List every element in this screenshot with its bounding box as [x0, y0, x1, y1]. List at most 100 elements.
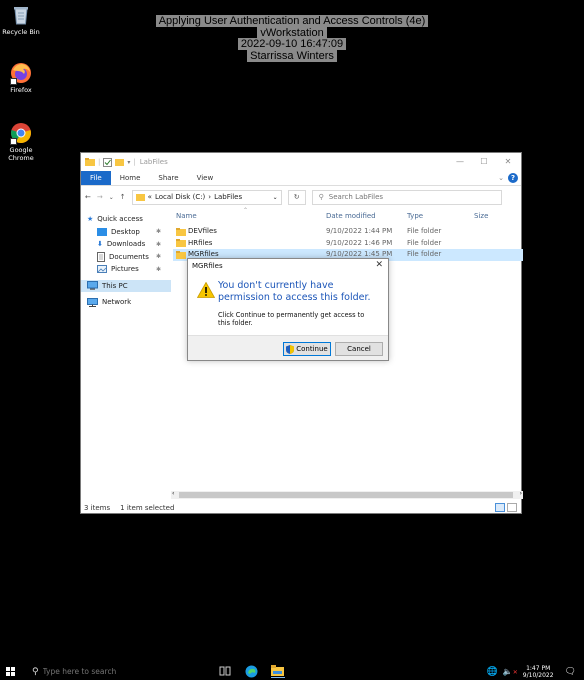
selection-count: 1 item selected [120, 503, 175, 512]
taskbar-search-input[interactable] [42, 667, 193, 676]
warning-icon [197, 282, 215, 298]
address-bar[interactable]: « Local Disk (C:) › LabFiles ⌄ [131, 189, 282, 205]
status-bar: 3 items 1 item selected [81, 501, 521, 514]
search-input[interactable] [328, 193, 489, 201]
continue-button[interactable]: Continue [283, 342, 331, 356]
properties-icon[interactable] [103, 157, 113, 167]
nav-item-label: This PC [102, 281, 128, 290]
search-icon: ⚲ [32, 666, 39, 677]
folder-icon [85, 158, 95, 166]
star-icon: ★ [87, 215, 94, 224]
chrome-icon [10, 122, 32, 145]
dialog-title: MGRfiles [192, 262, 223, 270]
file-explorer-taskbar-icon[interactable] [271, 665, 285, 678]
column-header-size[interactable]: Size [474, 212, 488, 220]
cancel-button[interactable]: Cancel [335, 342, 383, 356]
expand-ribbon-icon[interactable]: ⌄ [498, 174, 504, 182]
breadcrumb-folder[interactable]: LabFiles [214, 193, 242, 201]
dialog-message: You don't currently have permission to a… [218, 280, 371, 303]
nav-item-documents[interactable]: Documents ✱ [81, 251, 171, 264]
forward-arrow-icon[interactable]: → [97, 193, 103, 201]
details-view-icon[interactable] [495, 503, 505, 512]
horizontal-scrollbar[interactable]: ‹ › [171, 490, 523, 499]
desktop-icon-firefox[interactable]: Firefox [2, 62, 40, 95]
nav-item-quick-access[interactable]: ★ Quick access [81, 213, 171, 226]
file-type: File folder [407, 227, 442, 235]
close-button[interactable]: ✕ [497, 155, 519, 169]
file-type: File folder [407, 250, 442, 258]
scroll-left-icon[interactable]: ‹ [172, 490, 174, 497]
new-folder-icon[interactable] [115, 158, 125, 166]
breadcrumb-drive[interactable]: Local Disk (C:) [155, 193, 205, 201]
tab-file[interactable]: File [81, 171, 111, 185]
search-icon: ⚲ [318, 193, 324, 201]
start-button[interactable] [0, 663, 20, 680]
nav-item-label: Network [102, 298, 132, 307]
clock-time: 1:47 PM [526, 664, 551, 672]
pin-icon: ✱ [155, 240, 161, 248]
item-count: 3 items [84, 503, 111, 512]
notifications-icon[interactable]: 🗨 [565, 667, 576, 677]
ribbon-tabs: File Home Share View ⌄ ? [81, 171, 521, 186]
folder-icon [176, 250, 186, 259]
nav-item-network[interactable]: Network [81, 296, 171, 309]
dialog-detail: Click Continue to permanently get access… [218, 311, 365, 327]
folder-icon [135, 194, 145, 201]
nav-item-label: Downloads [106, 240, 146, 249]
column-header-date[interactable]: Date modified [326, 212, 376, 220]
desktop-icon-label: Google Chrome [8, 146, 34, 162]
file-name: DEVfiles [188, 227, 217, 235]
language-globe-icon[interactable]: 🌐 [487, 667, 498, 677]
table-row[interactable]: HRfiles 9/10/2022 1:46 PM File folder [173, 238, 523, 250]
scrollbar-thumb[interactable] [179, 492, 513, 498]
dialog-close-icon[interactable]: ✕ [375, 260, 383, 270]
file-date: 9/10/2022 1:45 PM [326, 250, 393, 258]
taskbar: ⚲ 🌐 🔈✕ 1:47 PM 9/10/2022 🗨 [0, 663, 584, 680]
taskbar-search[interactable]: ⚲ [26, 665, 204, 678]
search-box[interactable]: ⚲ [311, 189, 502, 205]
column-header-name[interactable]: Name [176, 212, 197, 220]
nav-item-desktop[interactable]: Desktop ✱ [81, 226, 171, 239]
file-name: HRfiles [188, 238, 213, 247]
recent-locations-icon[interactable]: ⌄ [109, 194, 114, 201]
tab-view[interactable]: View [188, 171, 223, 185]
continue-label: Continue [296, 345, 328, 353]
address-dropdown-icon[interactable]: ⌄ [273, 194, 281, 201]
file-date: 9/10/2022 1:46 PM [326, 238, 393, 247]
back-arrow-icon[interactable]: ← [85, 193, 91, 201]
tab-home[interactable]: Home [111, 171, 150, 185]
maximize-button[interactable]: ☐ [473, 155, 495, 169]
scroll-right-icon[interactable]: › [520, 490, 522, 497]
tab-share[interactable]: Share [149, 171, 187, 185]
nav-item-pictures[interactable]: Pictures ✱ [81, 263, 171, 276]
watermark-line: Starrissa Winters [247, 49, 337, 62]
minimize-button[interactable]: — [449, 155, 471, 169]
desktop-icon-chrome[interactable]: Google Chrome [2, 122, 40, 162]
clock[interactable]: 1:47 PM 9/10/2022 [523, 665, 554, 679]
pin-icon: ✱ [155, 228, 161, 236]
breadcrumb-overflow[interactable]: « [148, 193, 152, 201]
edge-icon[interactable] [245, 665, 259, 678]
nav-item-label: Documents [109, 252, 149, 261]
volume-muted-icon[interactable]: 🔈✕ [503, 667, 518, 676]
nav-item-label: Quick access [97, 215, 143, 224]
file-date: 9/10/2022 1:44 PM [326, 227, 393, 235]
breadcrumb-separator: › [208, 193, 212, 201]
column-header-type[interactable]: Type [407, 212, 423, 220]
refresh-icon: ↻ [293, 192, 300, 201]
desktop-icon-label: Firefox [10, 86, 32, 94]
help-icon[interactable]: ? [508, 173, 518, 183]
navigation-bar: ← → ⌄ ↑ « Local Disk (C:) › LabFiles ⌄ ↻… [81, 187, 521, 207]
table-row[interactable]: DEVfiles 9/10/2022 1:44 PM File folder [173, 226, 523, 238]
nav-item-downloads[interactable]: ⬇ Downloads ✱ [81, 238, 171, 251]
desktop-icon-recycle-bin[interactable]: Recycle Bin [2, 4, 40, 37]
nav-item-this-pc[interactable]: This PC [81, 279, 171, 292]
download-icon: ⬇ [97, 240, 103, 249]
column-headers: ⌃ Name Date modified Type Size [173, 207, 523, 225]
large-icons-view-icon[interactable] [507, 503, 517, 512]
up-arrow-icon[interactable]: ↑ [120, 193, 126, 201]
desktop: Applying User Authentication and Access … [0, 0, 584, 680]
refresh-button[interactable]: ↻ [287, 189, 306, 205]
qat-dropdown-icon[interactable]: ▾ [127, 159, 130, 166]
task-view-icon[interactable] [219, 665, 233, 678]
